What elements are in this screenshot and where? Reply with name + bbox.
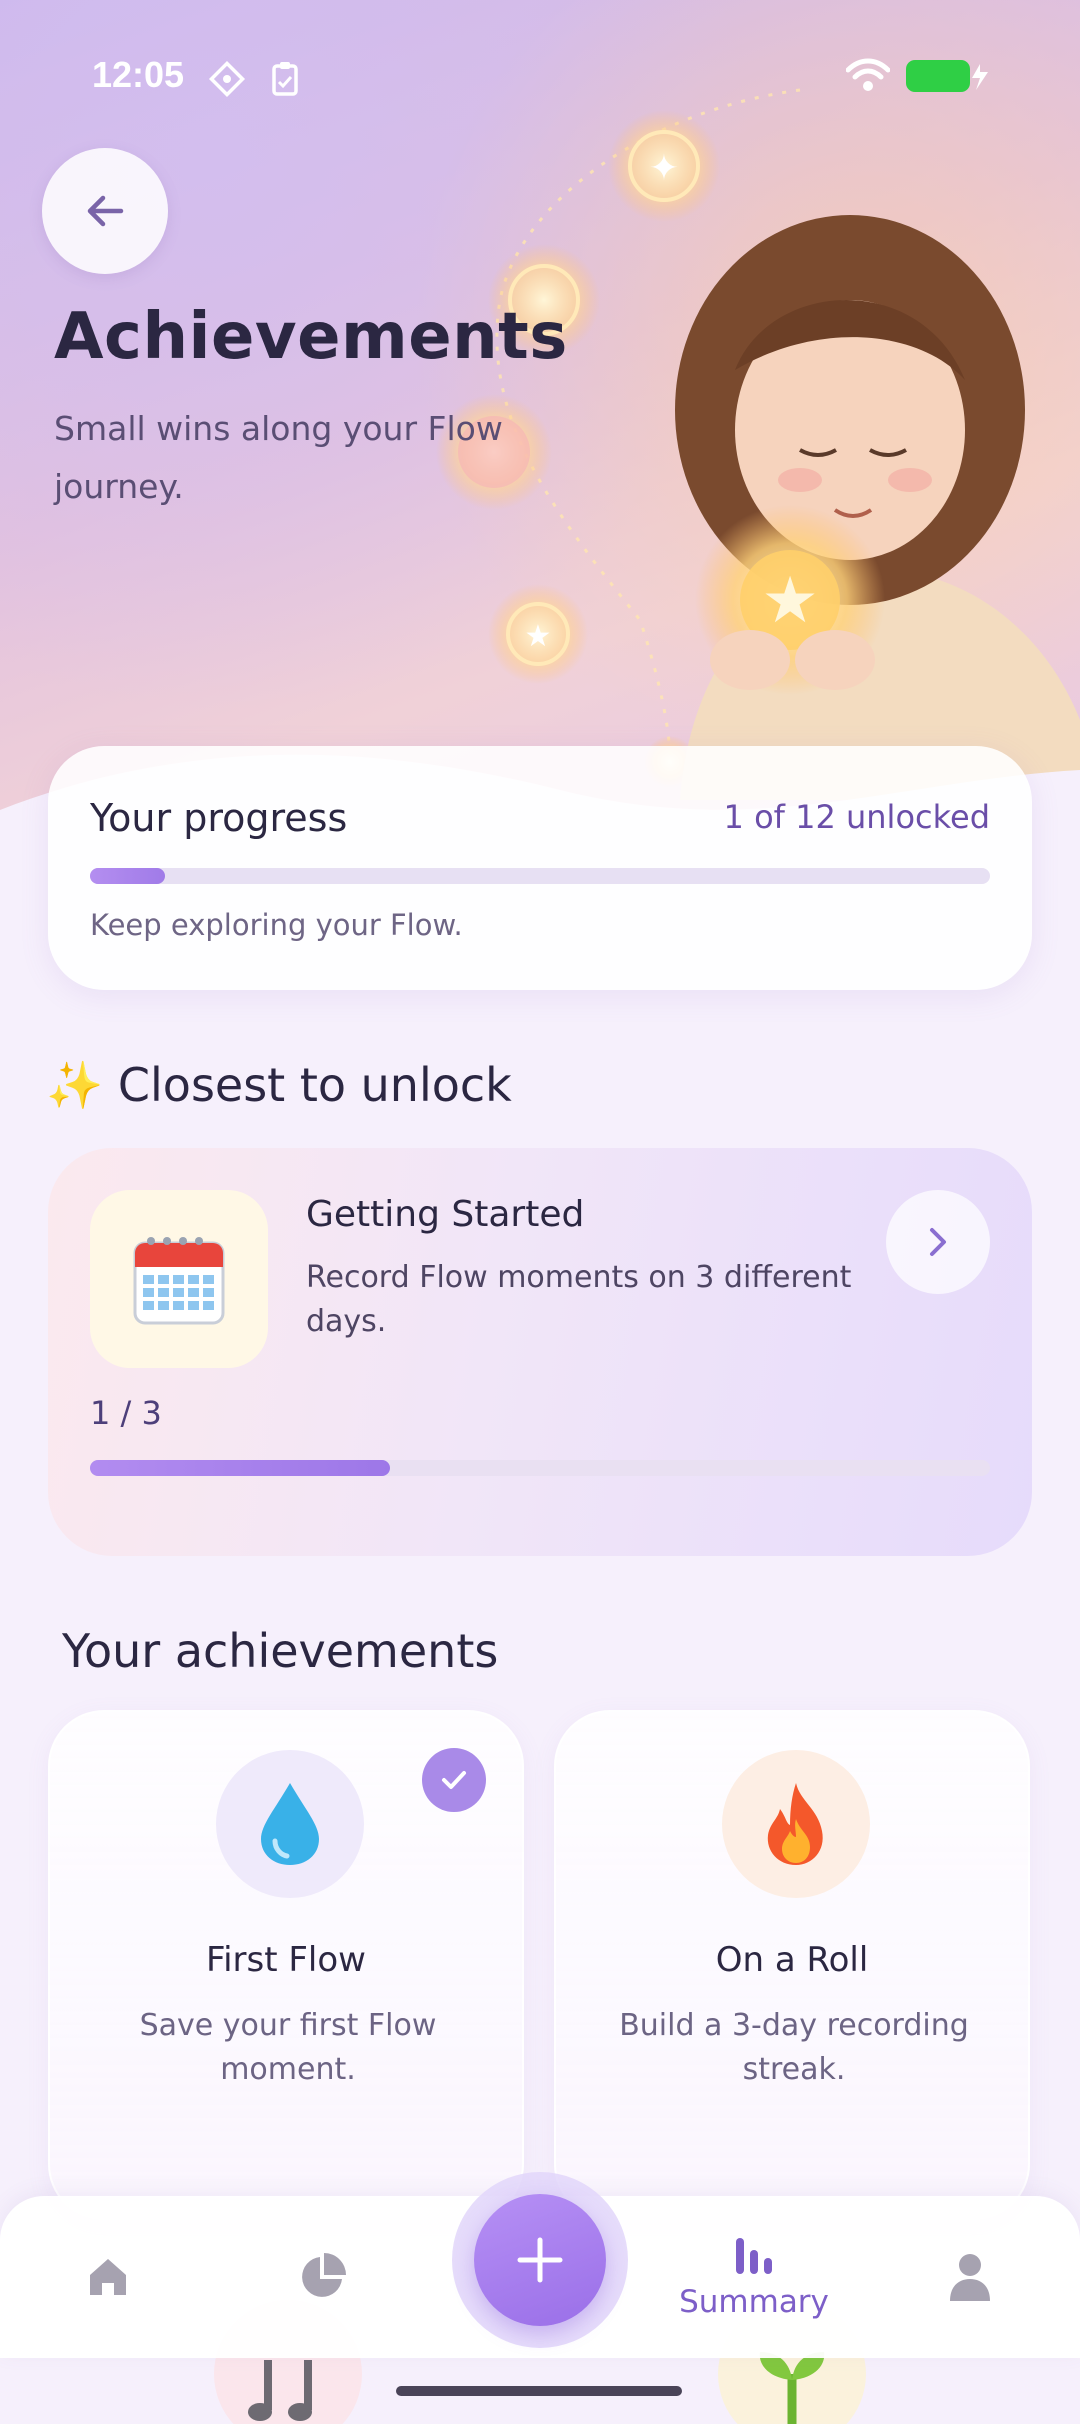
closest-heading: ✨ Closest to unlock bbox=[46, 1058, 512, 1113]
closest-progress-ratio: 1 / 3 bbox=[90, 1394, 162, 1432]
closest-heading-label: Closest to unlock bbox=[117, 1058, 512, 1112]
droplet-icon bbox=[261, 1783, 319, 1865]
back-button[interactable] bbox=[42, 148, 168, 274]
closest-open-button[interactable] bbox=[886, 1190, 990, 1294]
progress-card: Your progress 1 of 12 unlocked Keep expl… bbox=[48, 746, 1032, 990]
nav-profile[interactable] bbox=[910, 2196, 1030, 2358]
pie-chart-icon bbox=[302, 2253, 346, 2297]
status-time: 12:05 bbox=[92, 54, 185, 95]
achievement-name: First Flow bbox=[206, 1940, 366, 1980]
page-subtitle: Small wins along your Flow journey. bbox=[54, 409, 503, 506]
check-icon bbox=[442, 1771, 466, 1789]
chevron-right-icon bbox=[930, 1228, 946, 1256]
page-title: Achievements bbox=[54, 300, 568, 374]
closest-progress-bar bbox=[90, 1460, 990, 1476]
clipboard-icon bbox=[272, 62, 298, 96]
arrow-left-icon bbox=[87, 195, 124, 227]
nav-insights[interactable] bbox=[262, 2196, 382, 2358]
status-bar: 12:05 bbox=[0, 0, 1080, 150]
closest-achievement-description: Record Flow moments on 3 different days. bbox=[306, 1260, 852, 1339]
closest-achievement-card[interactable]: Getting Started Record Flow moments on 3… bbox=[48, 1148, 1032, 1556]
progress-bar bbox=[90, 868, 990, 884]
progress-count: 1 of 12 unlocked bbox=[723, 798, 990, 836]
nav-home[interactable] bbox=[48, 2196, 168, 2358]
battery-charging-icon bbox=[906, 60, 988, 92]
wifi-icon bbox=[846, 58, 890, 91]
profile-icon bbox=[950, 2254, 990, 2301]
plus-icon bbox=[517, 2237, 563, 2283]
progress-bar-fill bbox=[90, 868, 165, 884]
fire-icon bbox=[767, 1783, 823, 1865]
bar-chart-icon bbox=[736, 2238, 772, 2274]
achievements-heading: Your achievements bbox=[62, 1624, 499, 1678]
gear-notification-icon bbox=[208, 60, 246, 98]
achievement-card-first-flow[interactable]: First Flow Save your first Flow moment. bbox=[48, 1710, 524, 2220]
svg-text:★: ★ bbox=[525, 619, 552, 654]
closest-icon-box bbox=[90, 1190, 268, 1368]
nav-summary[interactable]: Summary bbox=[664, 2196, 844, 2358]
closest-achievement-name: Getting Started bbox=[306, 1194, 585, 1235]
home-icon bbox=[90, 2259, 126, 2295]
achievement-description: Save your first Flow moment. bbox=[139, 2008, 437, 2087]
achievement-icon-circle bbox=[722, 1750, 870, 1898]
closest-progress-bar-fill bbox=[90, 1460, 390, 1476]
progress-title: Your progress bbox=[90, 796, 348, 840]
achievement-name: On a Roll bbox=[715, 1940, 869, 1980]
achievement-icon-circle bbox=[216, 1750, 364, 1898]
achievement-description: Build a 3-day recording streak. bbox=[619, 2008, 969, 2087]
svg-text:★: ★ bbox=[761, 564, 818, 638]
achievement-card-on-a-roll[interactable]: On a Roll Build a 3-day recording streak… bbox=[554, 1710, 1030, 2220]
home-indicator bbox=[396, 2386, 682, 2396]
sparkles-icon: ✨ bbox=[46, 1058, 104, 1112]
add-flow-button[interactable] bbox=[474, 2194, 606, 2326]
calendar-icon bbox=[133, 1237, 225, 1325]
unlocked-check-badge bbox=[422, 1748, 486, 1812]
nav-summary-label: Summary bbox=[679, 2284, 829, 2320]
progress-hint: Keep exploring your Flow. bbox=[90, 908, 463, 942]
